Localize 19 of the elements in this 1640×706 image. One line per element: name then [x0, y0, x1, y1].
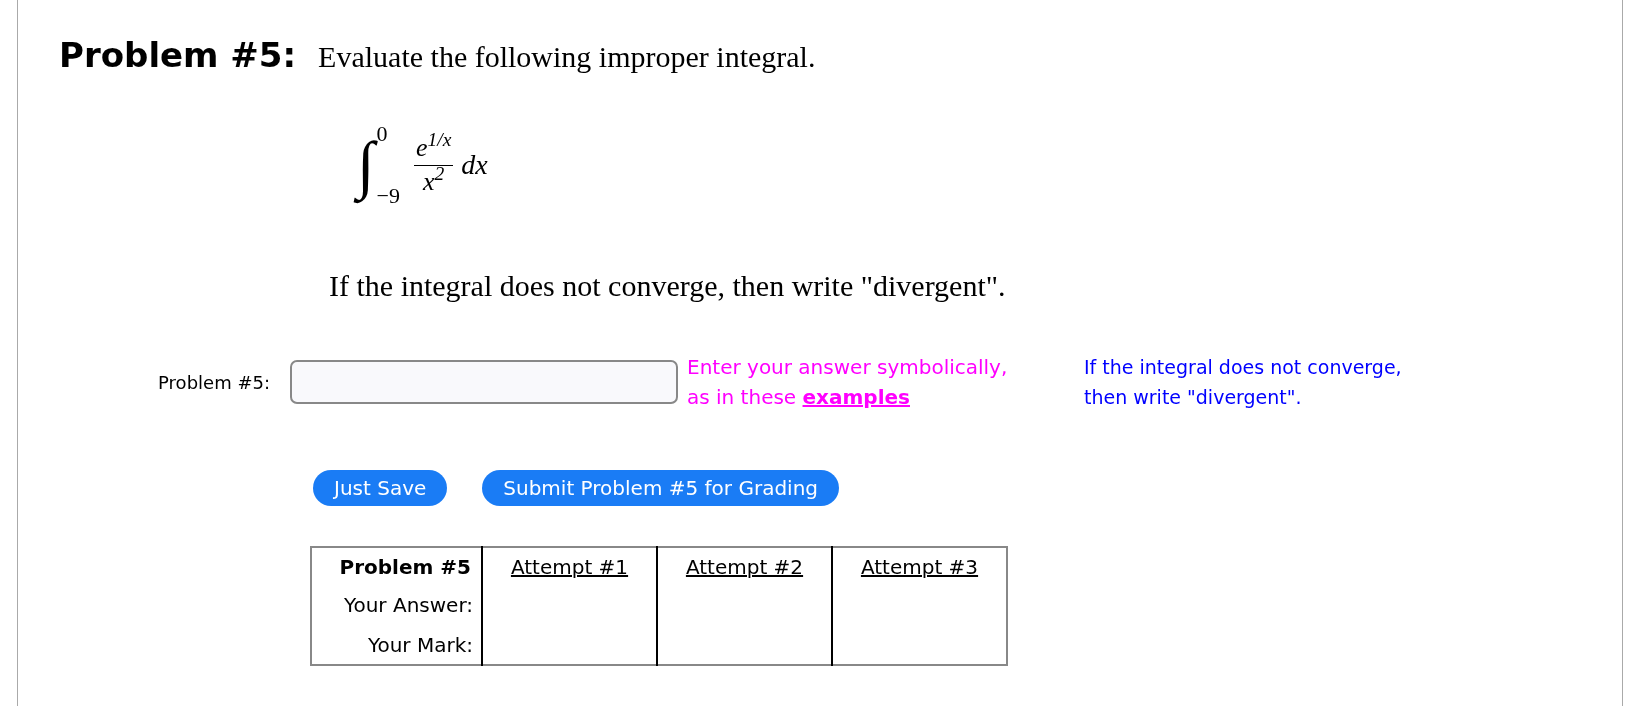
row-label: Your Answer:: [311, 585, 482, 625]
submit-button[interactable]: Submit Problem #5 for Grading: [482, 470, 840, 506]
side-note: If the integral does not converge, then write "divergent".: [1084, 355, 1403, 410]
answer-label: Problem #5:: [157, 370, 271, 395]
table-header: Problem #5: [311, 547, 482, 585]
attempt-link[interactable]: Attempt #3: [860, 554, 979, 579]
row-label: Your Mark:: [311, 625, 482, 665]
save-button[interactable]: Just Save: [313, 470, 448, 506]
attempt-link[interactable]: Attempt #1: [510, 554, 629, 579]
lower-limit: −9: [376, 185, 400, 207]
numerator: e$^{1/x}$: [413, 132, 454, 166]
denominator: x$^{2}$: [423, 165, 445, 198]
differential: dx: [461, 148, 488, 182]
divergence-note: If the integral does not converge, then write "divergent".: [329, 268, 1007, 304]
problem-prompt: Evaluate the following improper integral.: [318, 39, 816, 75]
problem-heading: Problem #5:: [59, 34, 297, 77]
attempt-link[interactable]: Attempt #2: [685, 554, 804, 579]
answer-field[interactable]: [290, 360, 678, 404]
answer-hint: Enter your answer symbolically, as in these examples: [687, 354, 1009, 411]
